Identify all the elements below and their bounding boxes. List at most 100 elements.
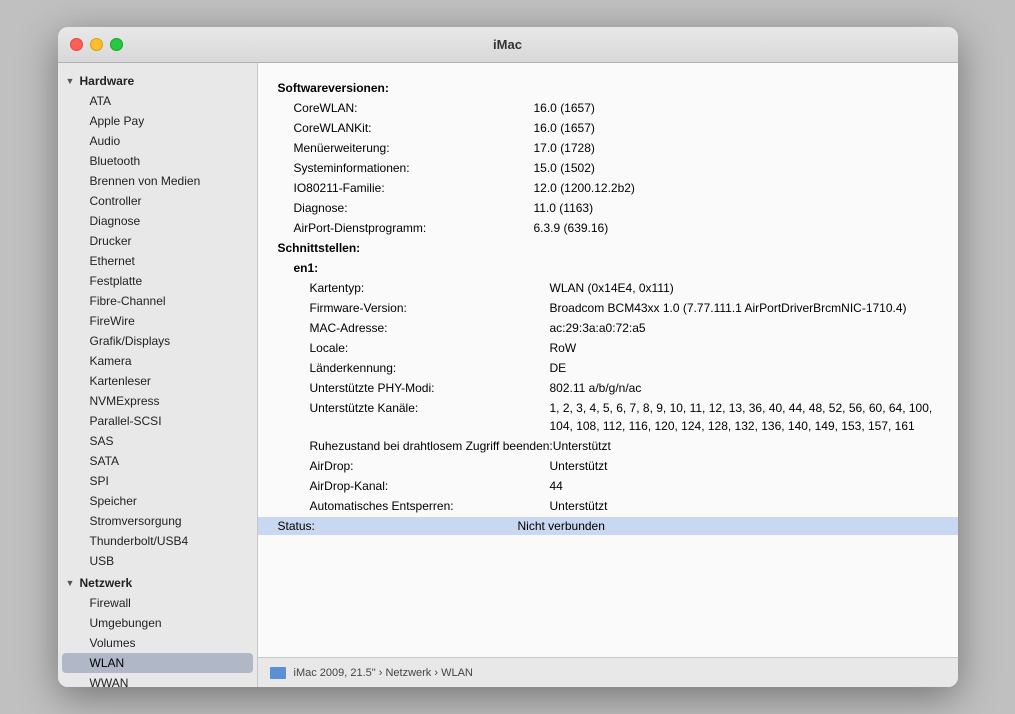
mac-value: ac:29:3a:a0:72:a5 bbox=[550, 319, 938, 337]
corewlankit-row: CoreWLANKit: 16.0 (1657) bbox=[278, 119, 938, 137]
sidebar-item-ata[interactable]: ATA bbox=[62, 91, 253, 111]
sidebar-item-spi[interactable]: SPI bbox=[62, 471, 253, 491]
monitor-icon bbox=[270, 667, 286, 679]
hardware-triangle: ▼ bbox=[66, 76, 76, 86]
ruhezustand-value: Unterstützt bbox=[553, 437, 938, 455]
locale-key: Locale: bbox=[310, 339, 550, 357]
traffic-lights bbox=[70, 38, 123, 51]
systeminformationen-value: 15.0 (1502) bbox=[534, 159, 938, 177]
kartentyp-key: Kartentyp: bbox=[310, 279, 550, 297]
airdrop-kanal-row: AirDrop-Kanal: 44 bbox=[278, 477, 938, 495]
firmware-key: Firmware-Version: bbox=[310, 299, 550, 317]
airdrop-row: AirDrop: Unterstützt bbox=[278, 457, 938, 475]
airdrop-kanal-key: AirDrop-Kanal: bbox=[310, 477, 550, 495]
entsperren-key: Automatisches Entsperren: bbox=[310, 497, 550, 515]
sidebar-item-wwan[interactable]: WWAN bbox=[62, 673, 253, 687]
laenderkennung-row: Länderkennung: DE bbox=[278, 359, 938, 377]
airdrop-key: AirDrop: bbox=[310, 457, 550, 475]
ruhezustand-key: Ruhezustand bei drahtlosem Zugriff beend… bbox=[310, 437, 553, 455]
en1-label: en1: bbox=[294, 259, 534, 277]
menueerweiterung-value: 17.0 (1728) bbox=[534, 139, 938, 157]
netzwerk-label: Netzwerk bbox=[80, 576, 133, 590]
softwareversionen-label: Softwareversionen: bbox=[278, 79, 518, 97]
sidebar-item-drucker[interactable]: Drucker bbox=[62, 231, 253, 251]
close-button[interactable] bbox=[70, 38, 83, 51]
sidebar-item-firewall[interactable]: Firewall bbox=[62, 593, 253, 613]
phymodi-key: Unterstützte PHY-Modi: bbox=[310, 379, 550, 397]
sidebar-item-volumes[interactable]: Volumes bbox=[62, 633, 253, 653]
diagnose-key: Diagnose: bbox=[294, 199, 534, 217]
systeminformationen-row: Systeminformationen: 15.0 (1502) bbox=[278, 159, 938, 177]
sidebar-item-wlan[interactable]: WLAN bbox=[62, 653, 253, 673]
sidebar-item-speicher[interactable]: Speicher bbox=[62, 491, 253, 511]
statusbar: iMac 2009, 21.5" › Netzwerk › WLAN bbox=[258, 657, 958, 687]
phymodi-value: 802.11 a/b/g/n/ac bbox=[550, 379, 938, 397]
window-title: iMac bbox=[493, 37, 522, 52]
sidebar-item-thunderbolt[interactable]: Thunderbolt/USB4 bbox=[62, 531, 253, 551]
laenderkennung-key: Länderkennung: bbox=[310, 359, 550, 377]
firmware-value: Broadcom BCM43xx 1.0 (7.77.111.1 AirPort… bbox=[550, 299, 938, 317]
io80211-value: 12.0 (1200.12.2b2) bbox=[534, 179, 938, 197]
sidebar-item-controller[interactable]: Controller bbox=[62, 191, 253, 211]
ruhezustand-row: Ruhezustand bei drahtlosem Zugriff beend… bbox=[278, 437, 938, 455]
phymodi-row: Unterstützte PHY-Modi: 802.11 a/b/g/n/ac bbox=[278, 379, 938, 397]
locale-value: RoW bbox=[550, 339, 938, 357]
menueerweiterung-key: Menüerweiterung: bbox=[294, 139, 534, 157]
status-value: Nicht verbunden bbox=[518, 517, 938, 535]
sidebar-item-fibre[interactable]: Fibre-Channel bbox=[62, 291, 253, 311]
kanaele-key: Unterstützte Kanäle: bbox=[310, 399, 550, 435]
sidebar-item-bluetooth[interactable]: Bluetooth bbox=[62, 151, 253, 171]
content-area: ▼ Hardware ATA Apple Pay Audio Bluetooth… bbox=[58, 63, 958, 687]
kartentyp-row: Kartentyp: WLAN (0x14E4, 0x111) bbox=[278, 279, 938, 297]
softwareversionen-header: Softwareversionen: bbox=[278, 79, 938, 97]
sidebar-item-ethernet[interactable]: Ethernet bbox=[62, 251, 253, 271]
sidebar-item-kartenleser[interactable]: Kartenleser bbox=[62, 371, 253, 391]
sidebar-item-sas[interactable]: SAS bbox=[62, 431, 253, 451]
sidebar-item-audio[interactable]: Audio bbox=[62, 131, 253, 151]
sidebar-item-sata[interactable]: SATA bbox=[62, 451, 253, 471]
sidebar-item-nvme[interactable]: NVMExpress bbox=[62, 391, 253, 411]
detail-area: Softwareversionen: CoreWLAN: 16.0 (1657)… bbox=[258, 63, 958, 657]
menueerweiterung-row: Menüerweiterung: 17.0 (1728) bbox=[278, 139, 938, 157]
hardware-group-header[interactable]: ▼ Hardware bbox=[58, 71, 257, 91]
sidebar-item-applepay[interactable]: Apple Pay bbox=[62, 111, 253, 131]
mac-row: MAC-Adresse: ac:29:3a:a0:72:a5 bbox=[278, 319, 938, 337]
netzwerk-triangle: ▼ bbox=[66, 578, 76, 588]
firmware-row: Firmware-Version: Broadcom BCM43xx 1.0 (… bbox=[278, 299, 938, 317]
netzwerk-group-header[interactable]: ▼ Netzwerk bbox=[58, 573, 257, 593]
corewlankit-value: 16.0 (1657) bbox=[534, 119, 938, 137]
io80211-row: IO80211-Familie: 12.0 (1200.12.2b2) bbox=[278, 179, 938, 197]
sidebar: ▼ Hardware ATA Apple Pay Audio Bluetooth… bbox=[58, 63, 258, 687]
sidebar-item-grafik[interactable]: Grafik/Displays bbox=[62, 331, 253, 351]
kartentyp-value: WLAN (0x14E4, 0x111) bbox=[550, 279, 938, 297]
en1-header: en1: bbox=[278, 259, 938, 277]
main-window: iMac ▼ Hardware ATA Apple Pay Audio Blue… bbox=[58, 27, 958, 687]
airdrop-value: Unterstützt bbox=[550, 457, 938, 475]
sidebar-item-usb[interactable]: USB bbox=[62, 551, 253, 571]
breadcrumb: iMac 2009, 21.5" › Netzwerk › WLAN bbox=[294, 667, 473, 679]
sidebar-item-stromversorgung[interactable]: Stromversorgung bbox=[62, 511, 253, 531]
maximize-button[interactable] bbox=[110, 38, 123, 51]
kanaele-value: 1, 2, 3, 4, 5, 6, 7, 8, 9, 10, 11, 12, 1… bbox=[550, 399, 938, 435]
diagnose-value: 11.0 (1163) bbox=[534, 199, 938, 217]
sidebar-item-parallel-scsi[interactable]: Parallel-SCSI bbox=[62, 411, 253, 431]
titlebar: iMac bbox=[58, 27, 958, 63]
sidebar-item-festplatte[interactable]: Festplatte bbox=[62, 271, 253, 291]
corewlan-value: 16.0 (1657) bbox=[534, 99, 938, 117]
hardware-label: Hardware bbox=[80, 74, 135, 88]
schnittstellen-header: Schnittstellen: bbox=[278, 239, 938, 257]
minimize-button[interactable] bbox=[90, 38, 103, 51]
airdrop-kanal-value: 44 bbox=[550, 477, 938, 495]
corewlan-key: CoreWLAN: bbox=[294, 99, 534, 117]
airport-row: AirPort-Dienstprogramm: 6.3.9 (639.16) bbox=[278, 219, 938, 237]
main-content: Softwareversionen: CoreWLAN: 16.0 (1657)… bbox=[258, 63, 958, 687]
sidebar-item-brennen[interactable]: Brennen von Medien bbox=[62, 171, 253, 191]
systeminformationen-key: Systeminformationen: bbox=[294, 159, 534, 177]
sidebar-item-umgebungen[interactable]: Umgebungen bbox=[62, 613, 253, 633]
sidebar-item-firewire[interactable]: FireWire bbox=[62, 311, 253, 331]
sidebar-item-diagnose[interactable]: Diagnose bbox=[62, 211, 253, 231]
entsperren-row: Automatisches Entsperren: Unterstützt bbox=[278, 497, 938, 515]
sidebar-item-kamera[interactable]: Kamera bbox=[62, 351, 253, 371]
locale-row: Locale: RoW bbox=[278, 339, 938, 357]
netzwerk-group: ▼ Netzwerk Firewall Umgebungen Volumes W… bbox=[58, 573, 257, 687]
